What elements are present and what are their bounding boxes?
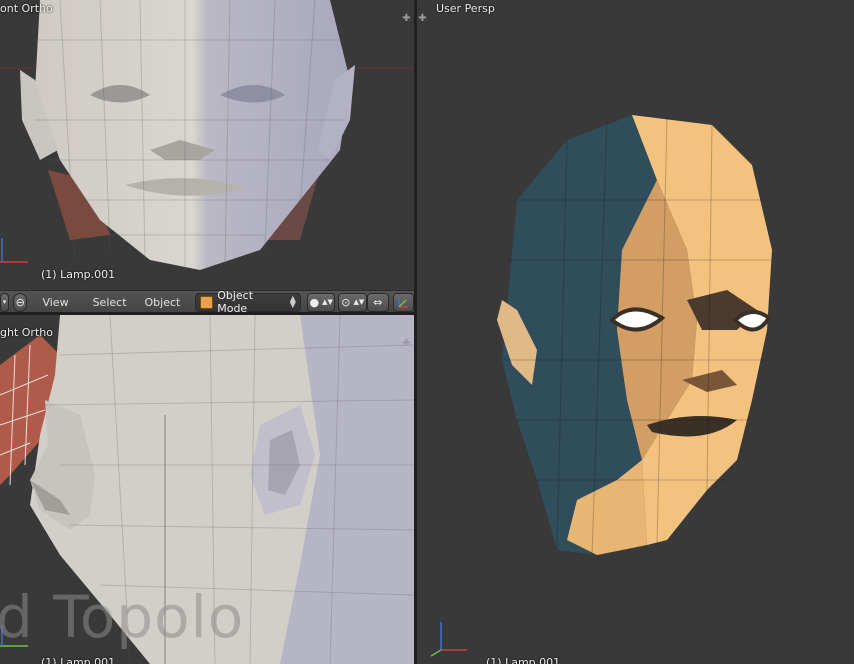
corner-plus-icon[interactable]: ✚ [402,14,411,24]
object-cube-icon [200,295,214,309]
menu-object[interactable]: Object [138,296,188,309]
menu-select[interactable]: Select [86,296,134,309]
editor-type-button[interactable]: ▾ [0,292,10,312]
viewport-user-persp[interactable]: User Persp (1) Lamp.001 ✚ [417,0,854,664]
active-object-label: (1) Lamp.001 [41,656,116,664]
menu-view[interactable]: View [35,296,75,309]
axis-tripod-icon [398,297,409,308]
viewport-label: ont Ortho [0,2,53,15]
viewport-front-ortho[interactable]: ont Ortho (1) Lamp.001 ✚ [0,0,414,290]
corner-plus-icon[interactable]: ✚ [402,339,411,349]
viewport-header: ▾ ⊖ View Select Object Object Mode ▲ ▼ ● ▲… [0,289,414,315]
viewport-label: User Persp [436,2,495,15]
active-object-label: (1) Lamp.001 [41,268,116,281]
viewport-shade-icon: ● [309,295,320,309]
menu-toggle-icon[interactable]: ⊖ [13,292,28,312]
pivot-dropdown[interactable]: ⊙ ▲▼ [338,292,368,312]
mode-dropdown[interactable]: Object Mode ▲ ▼ [195,289,301,315]
axis-manipulator-button[interactable] [392,292,414,312]
manipulator-toggle[interactable]: ⇔ [367,292,389,312]
front-ortho-mesh [0,0,414,270]
chevron-updown-icon: ▲ ▼ [289,294,296,309]
watermark-text: d Topolo [0,583,245,651]
corner-plus-icon[interactable]: ✚ [418,14,427,24]
manipulator-icon: ⇔ [373,295,383,309]
active-object-label: (1) Lamp.001 [486,656,561,664]
viewport-label: ght Ortho [0,326,53,339]
pivot-icon: ⊙ [341,295,351,309]
viewport-divider-vertical[interactable] [414,0,417,664]
persp-head-mesh [430,115,772,657]
viewport-divider-horizontal[interactable] [0,312,414,315]
viewport-shade-dropdown[interactable]: ● ▲▼ [306,292,336,312]
viewport-right-ortho[interactable]: d Topolo ght Ortho (1) Lamp.001 ✚ [0,315,414,664]
